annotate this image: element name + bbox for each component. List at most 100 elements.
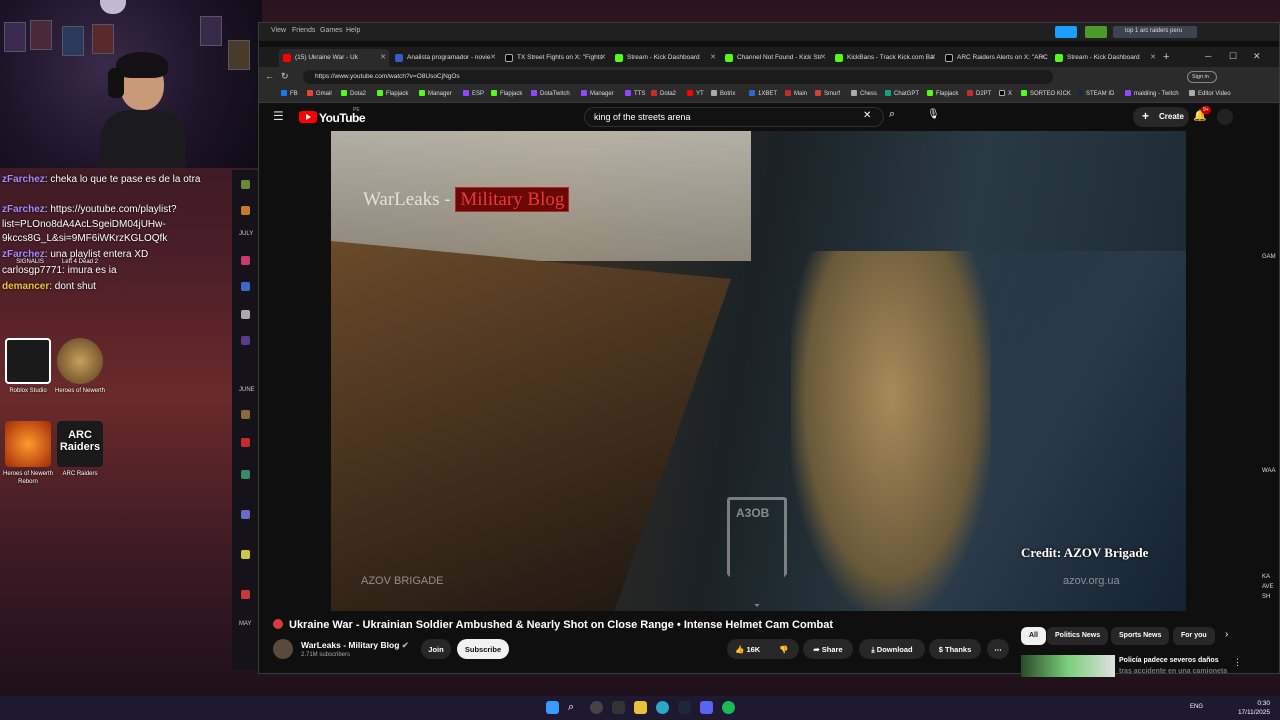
profile-search-field[interactable]: top 1 arc raiders peru: [1113, 26, 1197, 38]
game-icon[interactable]: [241, 550, 250, 559]
youtube-wordmark[interactable]: YouTube: [319, 111, 366, 125]
bookmark[interactable]: Flapjack: [927, 90, 958, 97]
bookmark[interactable]: ESP: [463, 90, 484, 97]
hamburger-menu-icon[interactable]: ☰: [273, 109, 284, 123]
video-player[interactable]: WarLeaks - Military Blog A3OB Credit: AZ…: [331, 131, 1186, 611]
thanks-button[interactable]: $ Thanks: [929, 639, 981, 659]
bookmark[interactable]: D2PT: [967, 90, 991, 97]
app-icon[interactable]: [590, 701, 603, 714]
bookmark[interactable]: Botrix: [711, 90, 735, 97]
menu-games[interactable]: Games: [320, 27, 343, 34]
tab-kickbans[interactable]: KickBans - Track Kick.com Ba ✕: [831, 49, 939, 67]
tab-analista[interactable]: Analista programador - novie ✕: [391, 49, 499, 67]
search-icon[interactable]: ⌕: [568, 701, 581, 714]
spotify-icon[interactable]: [722, 701, 735, 714]
subscribe-button[interactable]: Subscribe: [457, 639, 509, 659]
bookmark[interactable]: Chess: [851, 90, 877, 97]
desktop-icon-arc-raiders[interactable]: ARC Raiders ARC Raiders: [50, 421, 110, 478]
menu-help[interactable]: Help: [346, 27, 360, 34]
game-icon[interactable]: [241, 256, 250, 265]
bookmark[interactable]: Manager: [581, 90, 614, 97]
bookmark[interactable]: 1XBET: [749, 90, 777, 97]
url-field[interactable]: https://www.youtube.com/watch?v=O8UsoCjN…: [303, 70, 1053, 84]
game-icon[interactable]: [241, 206, 250, 215]
chevron-right-icon[interactable]: ›: [1225, 629, 1228, 640]
join-button[interactable]: Join: [421, 639, 451, 659]
bookmark[interactable]: X: [999, 90, 1012, 97]
download-button[interactable]: ⤓ Download: [859, 639, 925, 659]
minimize-button[interactable]: ─: [1205, 51, 1211, 61]
clear-search-icon[interactable]: ✕: [863, 110, 871, 121]
edge-icon[interactable]: [656, 701, 669, 714]
more-options-icon[interactable]: ⋮: [1233, 657, 1242, 668]
bookmark[interactable]: Dota2: [341, 90, 366, 97]
discord-icon[interactable]: [700, 701, 713, 714]
youtube-logo-icon[interactable]: [299, 111, 317, 123]
related-video-thumbnail[interactable]: [1021, 655, 1115, 677]
bookmark[interactable]: Flapjack: [491, 90, 522, 97]
bookmark[interactable]: ChatGPT: [885, 90, 919, 97]
menu-view[interactable]: View: [271, 27, 286, 34]
app-icon[interactable]: [612, 701, 625, 714]
bookmark[interactable]: maldiing - Twitch: [1125, 90, 1179, 97]
related-video-subtitle[interactable]: tras accidente en una camioneta: [1119, 668, 1227, 675]
game-icon[interactable]: [241, 180, 250, 189]
game-icon[interactable]: [241, 470, 250, 479]
maximize-button[interactable]: ☐: [1229, 51, 1237, 62]
clock[interactable]: 0:30 17/11/2025: [1238, 699, 1270, 717]
start-icon[interactable]: [546, 701, 559, 714]
microphone-icon[interactable]: 🎙: [927, 109, 940, 120]
steam-icon[interactable]: [678, 701, 691, 714]
bookmark[interactable]: Flapjack: [377, 90, 408, 97]
account-avatar[interactable]: [1217, 109, 1233, 125]
bookmark[interactable]: Main: [785, 90, 807, 97]
tab-kick-dashboard-2[interactable]: Stream - Kick Dashboard ✕: [1051, 49, 1159, 67]
reload-icon[interactable]: ↻: [281, 71, 289, 82]
like-dislike-group[interactable]: 👍 16K 👎: [727, 639, 799, 659]
search-input[interactable]: king of the streets arena: [584, 107, 884, 127]
chip-sports-news[interactable]: Sports News: [1111, 627, 1170, 645]
notification-icon[interactable]: [1085, 26, 1107, 38]
share-button[interactable]: ➦ Share: [803, 639, 853, 659]
desktop-icon-heroes-of-newerth[interactable]: Heroes of Newerth: [50, 338, 110, 395]
search-icon[interactable]: ⌕: [889, 108, 895, 121]
bookmark[interactable]: DotaTwitch: [531, 90, 570, 97]
bookmark[interactable]: Manager: [419, 90, 452, 97]
close-window-button[interactable]: ✕: [1253, 51, 1261, 62]
menu-friends[interactable]: Friends: [292, 27, 315, 34]
game-icon[interactable]: [241, 310, 250, 319]
channel-avatar[interactable]: [273, 639, 293, 659]
bookmark[interactable]: TTS: [625, 90, 645, 97]
bookmark[interactable]: YT: [687, 90, 704, 97]
game-icon[interactable]: [241, 282, 250, 291]
bookmark[interactable]: STEAM ID: [1077, 90, 1114, 97]
tab-arc-raiders-alerts[interactable]: ARC Raiders Alerts on X: "ARC ✕: [941, 49, 1049, 67]
game-icon[interactable]: [241, 590, 250, 599]
language-indicator[interactable]: ENG: [1190, 704, 1203, 710]
bookmark[interactable]: Editor Video: [1189, 90, 1231, 97]
bookmark[interactable]: FB: [281, 90, 298, 97]
file-explorer-icon[interactable]: [634, 701, 647, 714]
game-icon[interactable]: [241, 410, 250, 419]
new-tab-button[interactable]: +: [1163, 51, 1169, 63]
bookmark[interactable]: SORTEO KICK: [1021, 90, 1071, 97]
chip-for-you[interactable]: For you: [1173, 627, 1215, 645]
bookmark[interactable]: Smurf: [815, 90, 840, 97]
chip-politics-news[interactable]: Politics News: [1047, 627, 1109, 645]
tab-youtube[interactable]: (15) Ukraine War - Uk ✕: [279, 49, 389, 67]
related-video-title[interactable]: Policía padece severos daños: [1119, 657, 1219, 664]
game-icon[interactable]: [241, 438, 250, 447]
broadcast-icon[interactable]: [1055, 26, 1077, 38]
bookmark[interactable]: Gmail: [307, 90, 332, 97]
bookmark[interactable]: Dota2: [651, 90, 676, 97]
tab-kick-dashboard[interactable]: Stream - Kick Dashboard ✕: [611, 49, 719, 67]
desktop-icon-left4dead2[interactable]: Left 4 Dead 2: [50, 258, 110, 266]
sign-in-button[interactable]: Sign in: [1187, 71, 1217, 83]
tab-x-fights[interactable]: TX Street Fights on X: "Fights ✕: [501, 49, 609, 67]
more-actions-button[interactable]: ⋯: [987, 639, 1009, 659]
create-button[interactable]: + Create: [1133, 107, 1189, 127]
tab-channel-not-found[interactable]: Channel Not Found - Kick Str ✕: [721, 49, 829, 67]
channel-name[interactable]: WarLeaks - Military Blog ✔: [301, 640, 409, 651]
game-icon[interactable]: [241, 336, 250, 345]
chip-all[interactable]: All: [1021, 627, 1046, 645]
